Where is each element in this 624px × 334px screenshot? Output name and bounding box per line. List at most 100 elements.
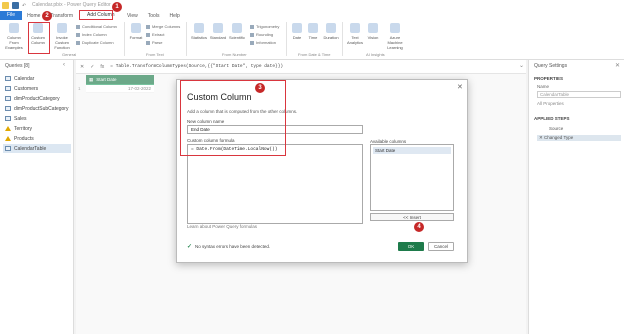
- query-item[interactable]: Products: [3, 134, 71, 143]
- expand-formula-icon[interactable]: ⌄: [519, 62, 524, 69]
- table-icon: [5, 106, 11, 111]
- warning-icon: [5, 136, 11, 141]
- invoke-custom-function-button[interactable]: Invoke Custom Function: [51, 23, 73, 50]
- statistics-icon: [194, 23, 204, 33]
- index-column-button[interactable]: Index Column: [76, 32, 107, 37]
- syntax-status: ✓ No syntax errors have been detected.: [187, 244, 271, 250]
- merge-columns-icon: [146, 24, 150, 29]
- tab-help[interactable]: Help: [164, 13, 184, 19]
- ribbon-separator: [342, 22, 343, 56]
- close-icon[interactable]: ✕: [615, 62, 620, 69]
- query-item[interactable]: Sales: [3, 114, 71, 123]
- annotation-badge-2: 2: [42, 11, 52, 21]
- table-icon: [5, 76, 11, 81]
- formula-text[interactable]: = Table.TransformColumnTypes(Source,{{"S…: [110, 64, 283, 69]
- merge-columns-button[interactable]: Merge Columns: [146, 24, 180, 29]
- rounding-button[interactable]: Rounding: [250, 32, 273, 37]
- date-button[interactable]: Date: [290, 23, 304, 40]
- annotation-badge-3: 3: [255, 83, 265, 93]
- ok-button[interactable]: OK: [398, 242, 424, 251]
- formula-editor[interactable]: = Date.From(DateTime.LocalNow()): [187, 144, 363, 224]
- conditional-column-button[interactable]: Conditional Column: [76, 24, 117, 29]
- table-icon: [5, 86, 11, 91]
- information-button[interactable]: Information: [250, 40, 276, 45]
- duplicate-column-button[interactable]: Duplicate Column: [76, 40, 114, 45]
- warning-icon: [5, 126, 11, 131]
- highlight-dialog: [180, 80, 286, 156]
- parse-icon: [146, 40, 150, 45]
- extract-button[interactable]: Extract: [146, 32, 164, 37]
- trigonometry-icon: [250, 24, 254, 29]
- text-analytics-icon: [350, 23, 360, 33]
- extract-icon: [146, 32, 150, 37]
- applied-steps-header: APPLIED STEPS: [534, 116, 570, 121]
- ribbon-separator: [286, 22, 287, 56]
- table-icon: [5, 146, 11, 151]
- text-analytics-button[interactable]: Text Analytics: [346, 23, 364, 45]
- duration-button[interactable]: Duration: [322, 23, 340, 40]
- applied-step-selected[interactable]: ✕ Changed Type: [537, 135, 621, 141]
- conditional-column-icon: [76, 24, 80, 29]
- eye-icon: [368, 23, 378, 33]
- index-column-icon: [76, 32, 80, 37]
- azure-ml-button[interactable]: Azure Machine Learning: [382, 23, 408, 50]
- close-formula-icon[interactable]: ✕: [80, 64, 84, 70]
- ribbon-separator: [186, 22, 187, 56]
- tab-view[interactable]: View: [122, 13, 143, 19]
- format-icon: [131, 23, 141, 33]
- learn-formulas-link[interactable]: Learn about Power Query formulas: [187, 224, 257, 229]
- parse-button[interactable]: Parse: [146, 40, 162, 45]
- group-from-date-time-label: From Date & Time: [298, 52, 331, 57]
- group-ai-insights-label: AI Insights: [366, 52, 385, 57]
- check-formula-icon[interactable]: ✓: [90, 64, 94, 70]
- tab-tools[interactable]: Tools: [143, 13, 165, 19]
- highlight-add-column: [79, 10, 113, 20]
- applied-step[interactable]: Source: [549, 126, 563, 131]
- clock-icon: [308, 23, 318, 33]
- annotation-badge-1: 1: [112, 2, 122, 12]
- query-item-selected[interactable]: CalendarTable: [3, 144, 71, 153]
- quick-access-toolbar: ↶: [2, 1, 26, 10]
- duplicate-column-icon: [76, 40, 80, 45]
- query-item[interactable]: Customers: [3, 84, 71, 93]
- group-general-label: General: [62, 52, 77, 57]
- ribbon-separator: [124, 22, 125, 56]
- vision-button[interactable]: Vision: [366, 23, 380, 40]
- undo-icon[interactable]: ↶: [22, 3, 26, 9]
- query-item[interactable]: dimProductCategory: [3, 94, 71, 103]
- calendar-icon: [292, 23, 302, 33]
- name-label: Name: [537, 84, 550, 89]
- format-button[interactable]: Format: [128, 23, 144, 40]
- app-icon: [2, 2, 9, 9]
- time-button[interactable]: Time: [306, 23, 320, 40]
- collapse-pane-icon[interactable]: ‹: [63, 62, 65, 68]
- scientific-icon: [232, 23, 242, 33]
- annotation-badge-4: 4: [414, 222, 424, 232]
- ribbon: Column From Examples Custom Column Invok…: [0, 20, 624, 60]
- query-item[interactable]: Territory: [3, 124, 71, 133]
- query-item[interactable]: dimProductSubCategory: [3, 104, 71, 113]
- invoke-function-icon: [57, 23, 67, 33]
- close-icon[interactable]: ✕: [457, 83, 463, 91]
- scientific-button[interactable]: Scientific: [228, 23, 246, 40]
- query-name-input[interactable]: CalendarTable: [537, 91, 621, 98]
- group-from-number-label: From Number: [222, 52, 247, 57]
- standard-icon: [213, 23, 223, 33]
- available-column-item[interactable]: Start Date: [373, 147, 451, 154]
- standard-button[interactable]: Standard: [210, 23, 226, 40]
- formula-bar: ✕ ✓ fx = Table.TransformColumnTypes(Sour…: [76, 60, 526, 74]
- query-item[interactable]: Calendar: [3, 74, 71, 83]
- trigonometry-button[interactable]: Trigonometry: [250, 24, 279, 29]
- highlight-custom-column: [28, 22, 50, 54]
- all-properties-link[interactable]: All Properties: [537, 101, 564, 106]
- duration-icon: [326, 23, 336, 33]
- properties-header: PROPERTIES: [534, 76, 564, 81]
- save-icon[interactable]: [12, 2, 19, 9]
- azure-ml-icon: [390, 23, 400, 33]
- column-from-examples-button[interactable]: Column From Examples: [3, 23, 25, 50]
- insert-button[interactable]: << Insert: [370, 213, 454, 221]
- table-icon: [5, 116, 11, 121]
- tab-file[interactable]: File: [0, 11, 23, 20]
- cancel-button[interactable]: Cancel: [428, 242, 454, 251]
- statistics-button[interactable]: Statistics: [190, 23, 208, 40]
